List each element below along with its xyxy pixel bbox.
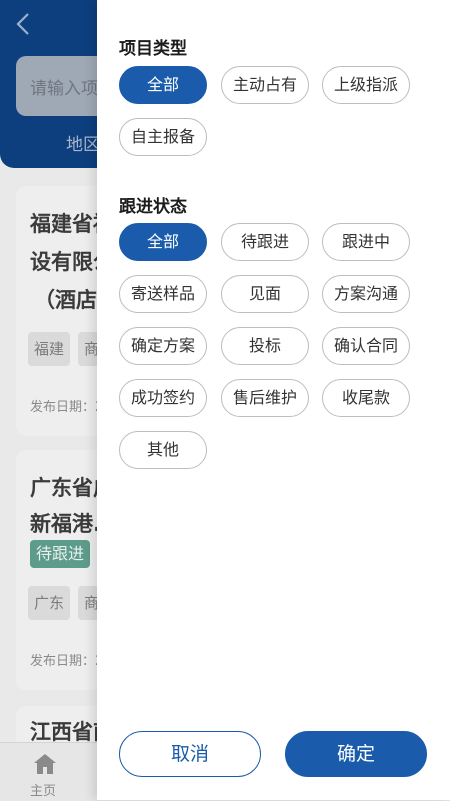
tab-home-label: 主页 (30, 784, 57, 799)
follow-status-option[interactable]: 方案沟通 (322, 275, 410, 313)
project-type-option[interactable]: 上级指派 (322, 66, 410, 104)
follow-status-option[interactable]: 收尾款 (322, 379, 410, 417)
card-title-line: 新福港. (30, 512, 101, 536)
filter-drawer: 项目类型 全部 主动占有 上级指派 自主报备 跟进状态 全部 待跟进 跟进中 寄送样品 见面方… (97, 0, 450, 800)
cancel-button[interactable]: 取消 (119, 731, 261, 777)
follow-status-option[interactable]: 售后维护 (221, 379, 309, 417)
follow-status-title: 跟进状态 (119, 197, 187, 217)
follow-status-option[interactable]: 全部 (119, 223, 207, 261)
project-type-option[interactable]: 全部 (119, 66, 207, 104)
search-placeholder: 请输入项 (30, 79, 98, 99)
follow-status-option[interactable]: 其他 (119, 431, 207, 469)
project-type-title: 项目类型 (119, 39, 187, 59)
follow-status-option[interactable]: 确定方案 (119, 327, 207, 365)
publish-date: 发布日期：2 (30, 654, 104, 669)
region-filter[interactable]: 地区 (66, 130, 100, 155)
status-badge: 待跟进 (30, 540, 91, 568)
region-tag: 福建 (28, 332, 71, 366)
confirm-button[interactable]: 确定 (285, 731, 427, 777)
project-type-option[interactable]: 自主报备 (119, 118, 207, 156)
follow-status-option[interactable]: 成功签约 (119, 379, 207, 417)
follow-status-option[interactable]: 见面 (221, 275, 309, 313)
region-tag: 广东 (28, 586, 71, 620)
back-arrow-icon[interactable] (12, 8, 34, 40)
publish-date: 发布日期：2 (30, 400, 104, 415)
project-type-option[interactable]: 主动占有 (221, 66, 309, 104)
follow-status-option[interactable]: 待跟进 (221, 223, 309, 261)
follow-status-option[interactable]: 确认合同 (322, 327, 410, 365)
home-icon (34, 754, 56, 774)
follow-status-option[interactable]: 寄送样品 (119, 275, 207, 313)
follow-status-option[interactable]: 跟进中 (322, 223, 410, 261)
follow-status-option[interactable]: 投标 (221, 327, 309, 365)
